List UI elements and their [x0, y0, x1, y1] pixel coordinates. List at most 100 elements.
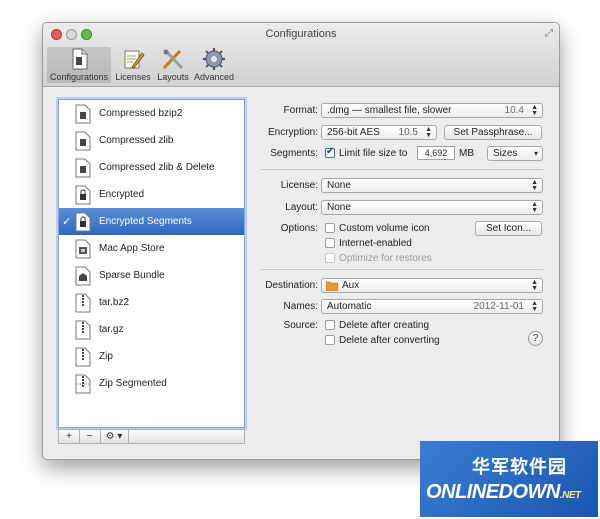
list-item-label: Compressed zlib [99, 135, 174, 146]
help-button[interactable]: ? [528, 331, 543, 346]
chevron-down-icon: ▾ [533, 149, 538, 158]
list-item-label: Encrypted [99, 189, 145, 200]
delete-after-converting-checkbox[interactable] [325, 335, 335, 345]
license-label: License: [280, 180, 318, 191]
list-item-label: Mac App Store [99, 243, 165, 254]
optimize-restores-label: Optimize for restores [339, 253, 432, 264]
watermark-cn-text: 华军软件园 [472, 457, 567, 477]
separator [261, 169, 543, 170]
configurations-window: Configurations ⤢ Configurations Licenses [42, 22, 560, 460]
segment-size-unit: MB [459, 148, 474, 159]
layout-popup[interactable]: None ▲ ▼ [321, 200, 543, 215]
layout-label: Layout: [285, 202, 318, 213]
list-item[interactable]: Encrypted [59, 181, 244, 208]
list-item-selected[interactable]: ✓ Encrypted Segments [59, 208, 244, 235]
sparse-bundle-icon [75, 266, 91, 286]
separator [261, 269, 543, 270]
encrypted-document-icon [75, 212, 91, 232]
popup-arrows-icon: ▲ ▼ [531, 279, 538, 292]
document-icon [72, 48, 88, 70]
encrypted-document-icon [75, 185, 91, 205]
names-popup[interactable]: Automatic 2012-11-01 ▲ ▼ [321, 299, 543, 314]
list-item[interactable]: Sparse Bundle [59, 262, 244, 289]
encryption-popup[interactable]: 256-bit AES 10.5 ▲ ▼ [321, 125, 437, 140]
action-menu-button[interactable]: ⚙ ▾ [100, 430, 129, 443]
fullscreen-icon[interactable]: ⤢ [545, 28, 553, 39]
list-item[interactable]: Compressed bzip2 [59, 100, 244, 127]
list-item-label: Compressed zlib & Delete [99, 162, 215, 173]
delete-after-creating-label: Delete after creating [339, 320, 430, 331]
format-label: Format: [283, 105, 318, 116]
limit-file-size-label: Limit file size to [339, 148, 408, 159]
segment-size-input[interactable]: 4,692 [417, 146, 455, 160]
list-item[interactable]: Compressed zlib [59, 127, 244, 154]
remove-configuration-button[interactable]: − [79, 430, 101, 443]
delete-after-converting-label: Delete after converting [339, 335, 440, 346]
list-item-label: tar.bz2 [99, 297, 130, 308]
delete-after-creating-checkbox[interactable] [325, 320, 335, 330]
add-configuration-button[interactable]: + [59, 430, 80, 443]
list-item[interactable]: Zip Segmented [59, 370, 244, 397]
onlinedown-watermark: 华军软件园 ONLINEDOWN.NET [420, 441, 598, 517]
popup-arrows-icon: ▲ ▼ [531, 104, 538, 117]
list-item-label: Encrypted Segments [99, 216, 192, 227]
toolbar-advanced[interactable]: Advanced [193, 47, 235, 83]
toolbar-licenses[interactable]: Licenses [113, 47, 153, 83]
list-item[interactable]: Mac App Store [59, 235, 244, 262]
toolbar-configurations[interactable]: Configurations [47, 47, 111, 83]
layout-value: None [327, 202, 351, 213]
internet-enabled-label: Internet-enabled [339, 238, 412, 249]
toolbar-label: Advanced [193, 72, 235, 82]
configuration-list[interactable]: Compressed bzip2 Compressed zlib Compres… [58, 99, 245, 428]
license-value: None [327, 180, 351, 191]
custom-volume-icon-label: Custom volume icon [339, 223, 430, 234]
zip-segmented-icon [75, 374, 91, 394]
sizes-popup[interactable]: Sizes ▾ [487, 146, 543, 161]
custom-volume-icon-checkbox[interactable] [325, 223, 335, 233]
license-popup[interactable]: None ▲ ▼ [321, 178, 543, 193]
list-action-bar: + − ⚙ ▾ [58, 429, 245, 444]
names-value: Automatic [327, 301, 372, 312]
document-icon [75, 104, 91, 124]
list-item[interactable]: tar.bz2 [59, 289, 244, 316]
optimize-restores-checkbox[interactable] [325, 253, 335, 263]
license-pen-icon [124, 50, 145, 69]
options-label: Options: [280, 223, 318, 234]
popup-arrows-icon: ▲ ▼ [531, 300, 538, 313]
archive-document-icon [75, 320, 91, 340]
toolbar-label: Layouts [157, 72, 189, 82]
source-label: Source: [283, 320, 318, 331]
sizes-value: Sizes [493, 148, 518, 159]
set-icon-button[interactable]: Set Icon... [475, 221, 542, 236]
window-title: Configurations [265, 28, 337, 40]
names-label: Names: [283, 301, 318, 312]
toolbar-layouts[interactable]: Layouts [155, 47, 191, 83]
archive-document-icon [75, 293, 91, 313]
folder-icon [326, 281, 338, 291]
format-popup[interactable]: .dmg — smallest file, slower 10.4 ▲ ▼ [321, 103, 543, 118]
toolbar-label: Configurations [49, 72, 109, 82]
layout-tools-icon [162, 49, 184, 70]
list-item[interactable]: Compressed zlib & Delete [59, 154, 244, 181]
format-value: .dmg — smallest file, slower [327, 105, 452, 116]
list-item-label: tar.gz [99, 324, 124, 335]
watermark-en-main: ONLINEDOWN [426, 481, 560, 503]
watermark-en-text: ONLINEDOWN.NET [426, 481, 581, 504]
checkmark-icon: ✓ [62, 216, 72, 228]
internet-enabled-checkbox[interactable] [325, 238, 335, 248]
list-item-label: Sparse Bundle [99, 270, 165, 281]
set-passphrase-button[interactable]: Set Passphrase... [444, 125, 542, 140]
list-item[interactable]: tar.gz [59, 316, 244, 343]
list-item[interactable]: Zip [59, 343, 244, 370]
toolbar-label: Licenses [115, 72, 151, 82]
encryption-value: 256-bit AES [327, 127, 380, 138]
list-item-label: Zip [99, 351, 113, 362]
zip-document-icon [75, 347, 91, 367]
limit-file-size-checkbox[interactable] [325, 146, 335, 158]
destination-value: Aux [342, 280, 360, 291]
destination-popup[interactable]: Aux ▲ ▼ [321, 278, 543, 293]
encryption-version: 10.5 [398, 127, 418, 138]
destination-label: Destination: [265, 280, 318, 291]
gear-icon [203, 48, 225, 70]
segments-label: Segments: [270, 148, 318, 159]
